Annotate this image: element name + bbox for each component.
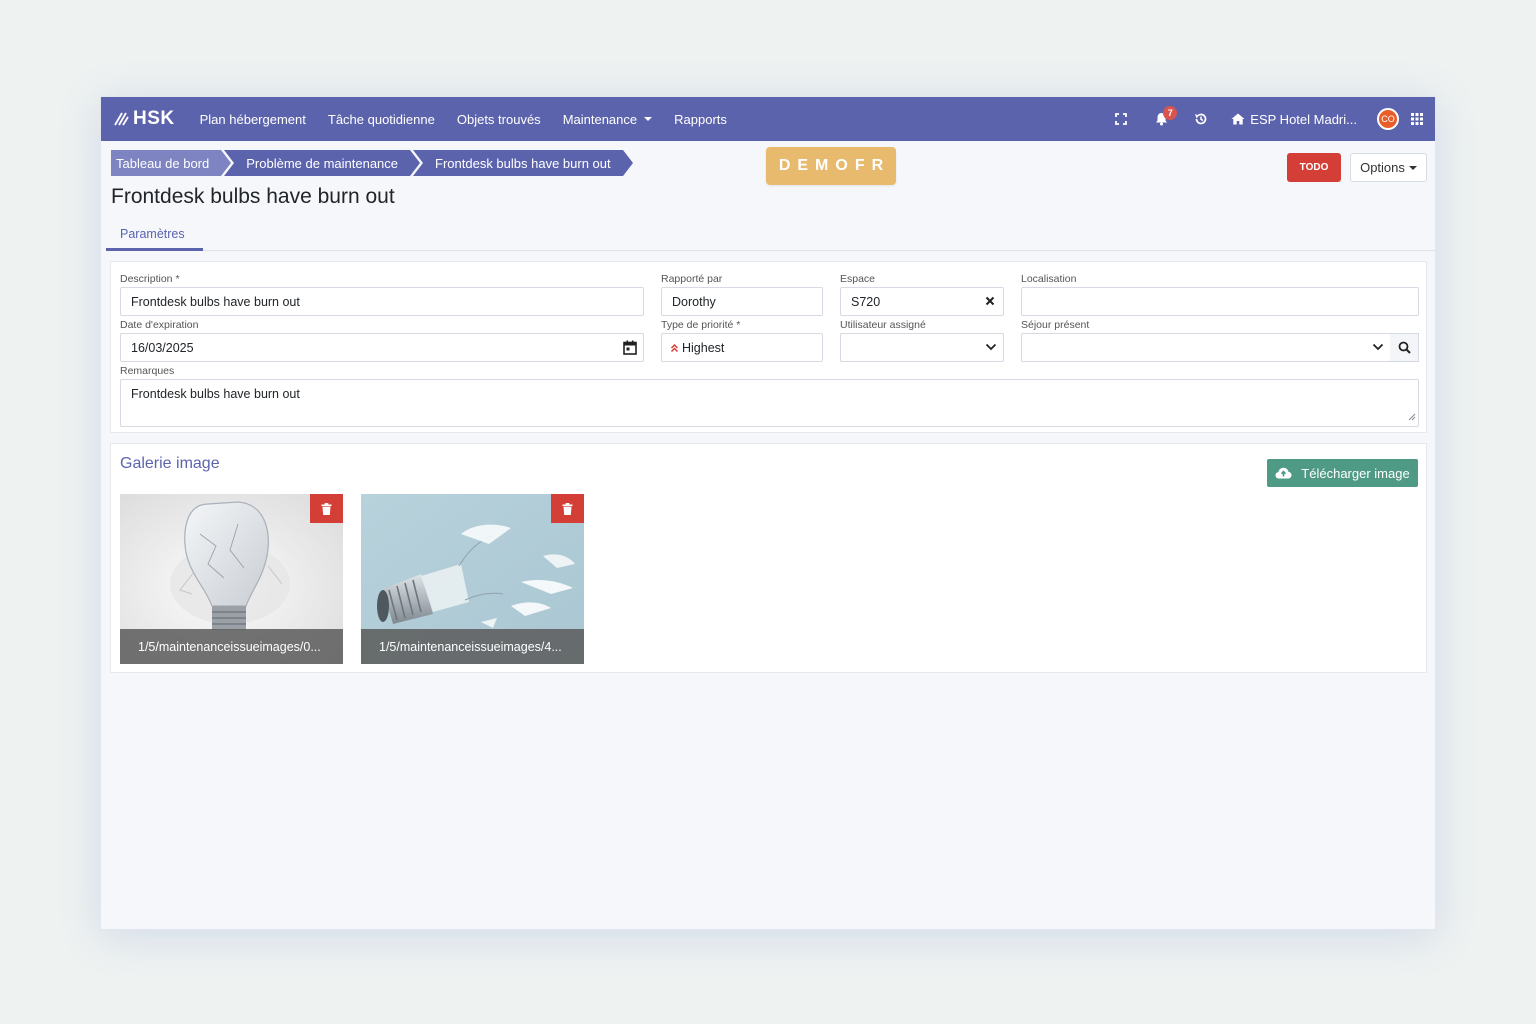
gallery-image-1[interactable]: 1/5/maintenanceissueimages/0... (120, 494, 343, 664)
navbar-right: 7 ESP Hotel Madri... CO (1101, 97, 1435, 141)
chevron-down-icon (985, 343, 997, 351)
current-stay-select[interactable] (1021, 333, 1391, 362)
gallery-title: Galerie image (120, 455, 220, 472)
app-window: HSK Plan hébergement Tâche quotidienne O… (100, 96, 1436, 930)
image-2-caption: 1/5/maintenanceissueimages/4... (361, 629, 584, 664)
remarks-value: Frontdesk bulbs have burn out (131, 387, 300, 401)
brand-name: HSK (133, 108, 175, 129)
page-title: Frontdesk bulbs have burn out (111, 185, 395, 208)
chevron-down-icon (1372, 343, 1384, 351)
hotel-name: ESP Hotel Madri... (1250, 111, 1357, 127)
caret-down-icon (1408, 165, 1417, 170)
expiry-date-value: 16/03/2025 (131, 340, 194, 355)
location-input[interactable] (1021, 287, 1419, 316)
current-stay-dropdown-toggle[interactable] (1372, 342, 1384, 352)
options-label: Options (1360, 160, 1405, 175)
remarks-label: Remarques (120, 365, 175, 377)
calendar-icon (623, 340, 637, 355)
tab-bar: Paramètres (106, 223, 1435, 251)
delete-image-1-button[interactable] (310, 494, 343, 523)
home-icon (1231, 113, 1245, 125)
space-value: S720 (851, 294, 881, 309)
upload-image-label: Télécharger image (1301, 465, 1410, 481)
history-button[interactable] (1181, 97, 1221, 141)
close-icon (985, 296, 995, 306)
image-1-caption: 1/5/maintenanceissueimages/0... (120, 629, 343, 664)
description-value: Frontdesk bulbs have burn out (131, 294, 300, 309)
remarks-textarea[interactable]: Frontdesk bulbs have burn out (120, 379, 1419, 427)
gallery-image-2[interactable]: 1/5/maintenanceissueimages/4... (361, 494, 584, 664)
status-todo-button[interactable]: TODO (1287, 153, 1341, 182)
space-label: Espace (840, 273, 876, 285)
nav-item-lost-found[interactable]: Objets trouvés (446, 97, 552, 141)
apps-grid-button[interactable] (1411, 113, 1423, 125)
priority-select[interactable]: Highest (661, 333, 823, 362)
nav-item-plan[interactable]: Plan hébergement (189, 97, 317, 141)
tab-parametres[interactable]: Paramètres (106, 223, 203, 251)
priority-label: Type de priorité * (661, 319, 741, 331)
resize-handle-icon[interactable] (1408, 410, 1416, 424)
description-label: Description * (120, 273, 180, 285)
assigned-user-select[interactable] (840, 333, 1004, 362)
current-stay-search-button[interactable] (1390, 333, 1419, 362)
clear-space-button[interactable] (983, 294, 997, 308)
nav-label: Objets trouvés (456, 111, 541, 127)
caret-down-icon (644, 117, 653, 121)
nav-label: Plan hébergement (199, 111, 306, 127)
cloud-upload-icon (1275, 467, 1292, 479)
expiry-date-label: Date d'expiration (120, 319, 199, 331)
issue-form-card: Description * Frontdesk bulbs have burn … (110, 261, 1427, 433)
nav-item-maintenance-dropdown[interactable]: Maintenance (552, 97, 663, 141)
assigned-user-label: Utilisateur assigné (840, 319, 926, 331)
fullscreen-icon (1115, 113, 1128, 125)
brand-slashes-icon (114, 112, 129, 126)
demo-badge: DEMOFR (766, 147, 896, 185)
priority-value: Highest (682, 340, 725, 355)
hotel-selector[interactable]: ESP Hotel Madri... (1221, 112, 1367, 127)
image-gallery-card: Galerie image Télécharger image 1/5/main… (110, 443, 1427, 673)
upload-image-button[interactable]: Télécharger image (1267, 459, 1418, 487)
nav-label: Tâche quotidienne (327, 111, 435, 127)
delete-image-2-button[interactable] (551, 494, 584, 523)
reported-by-input[interactable]: Dorothy (661, 287, 823, 316)
reported-by-value: Dorothy (672, 294, 716, 309)
nav-label: Rapports (674, 111, 727, 127)
apps-grid-icon (1411, 113, 1423, 125)
space-select[interactable]: S720 (840, 287, 1004, 316)
description-input[interactable]: Frontdesk bulbs have burn out (120, 287, 644, 316)
expiry-date-input[interactable]: 16/03/2025 (120, 333, 644, 362)
location-label: Localisation (1021, 273, 1077, 285)
nav-label: Maintenance (562, 111, 638, 127)
breadcrumb-current: Frontdesk bulbs have burn out (413, 150, 633, 176)
options-dropdown-button[interactable]: Options (1350, 153, 1427, 182)
notification-count-badge: 7 (1163, 106, 1178, 120)
nav-item-reports[interactable]: Rapports (663, 97, 738, 141)
nav-item-daily-task[interactable]: Tâche quotidienne (317, 97, 446, 141)
highest-priority-icon (670, 343, 679, 352)
current-stay-label: Séjour présent (1021, 319, 1090, 331)
breadcrumb: Tableau de bord Problème de maintenance … (111, 150, 633, 176)
trash-icon (562, 502, 573, 515)
fullscreen-button[interactable] (1101, 97, 1141, 141)
reported-by-label: Rapporté par (661, 273, 723, 285)
history-icon (1195, 113, 1207, 125)
user-avatar[interactable]: CO (1377, 108, 1399, 130)
trash-icon (321, 502, 332, 515)
top-navbar: HSK Plan hébergement Tâche quotidienne O… (101, 97, 1435, 141)
brand-logo[interactable]: HSK (113, 108, 175, 130)
breadcrumb-dashboard[interactable]: Tableau de bord (111, 150, 232, 176)
assigned-user-dropdown-toggle[interactable] (985, 342, 997, 352)
calendar-button[interactable] (623, 340, 637, 355)
search-icon (1398, 341, 1411, 354)
notifications-button[interactable]: 7 (1141, 97, 1181, 141)
breadcrumb-maintenance-issue[interactable]: Problème de maintenance (224, 150, 420, 176)
